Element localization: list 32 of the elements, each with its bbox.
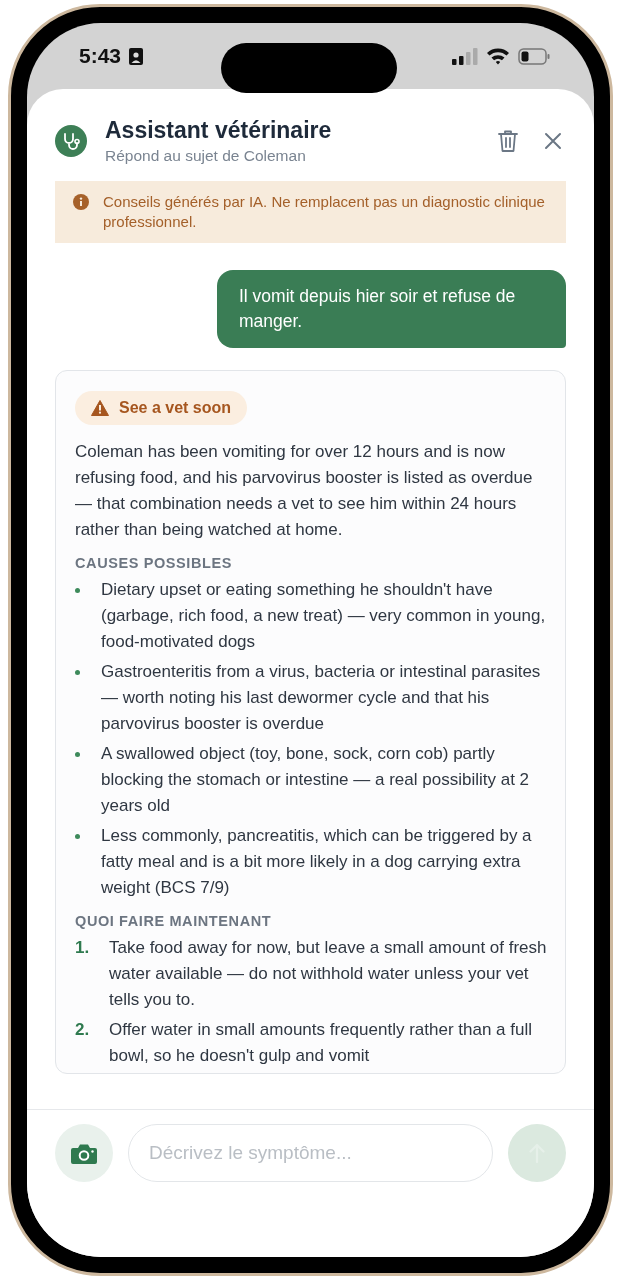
bullet-dot [75, 588, 80, 593]
user-message: Il vomit depuis hier soir et refuse de manger. [217, 270, 566, 348]
list-item-text: A swallowed object (toy, bone, sock, corn cob) partly blocking the stomach or intestine — a real possibility at 2 years old [101, 743, 531, 817]
list-number: 1. [75, 937, 91, 959]
camera-icon [71, 1142, 97, 1164]
list-number: 2. [75, 1019, 91, 1041]
list-item-text: Take food away for now, but leave a small amount of fresh water available — do not withhold water unless your vet tells you to. [109, 937, 547, 1011]
stethoscope-icon [55, 125, 87, 157]
close-icon [544, 132, 562, 150]
info-icon [73, 194, 89, 210]
disclaimer-text: Conseils générés par IA. Ne remplacent pas un diagnostic clinique professionnel. [103, 192, 546, 232]
bullet-dot [75, 670, 80, 675]
bullet-dot [75, 834, 80, 839]
badge-icon [129, 47, 144, 65]
signal-icon [452, 47, 478, 65]
chat-subtitle: Répond au sujet de Coleman [105, 147, 307, 165]
trash-icon [498, 129, 518, 153]
list-item-text: Dietary upset or eating something he shouldn't have (garbage, rich food, a new treat) — very common in young, food-motivated dogs [101, 579, 547, 653]
battery-icon [518, 47, 550, 65]
list-item-text: Gastroenteritis from a virus, bacteria or intestinal parasites — worth noting his last dewormer cycle and that his parvovirus booster is overdue [101, 661, 542, 735]
chat-title: Assistant vétérinaire [105, 117, 333, 144]
status-time: 5:43 [79, 44, 122, 68]
warning-icon [91, 400, 109, 416]
reply-summary: Coleman has been vomiting for over 12 hours and is now refusing food, and his parvovirus booster is listed as overdue — that combination needs a vet to see him within 24 hours rather than being watched at home. [75, 441, 534, 541]
list-item-text: Less commonly, pancreatitis, which can be triggered by a fatty meal and is a bit more likely in a dog carrying extra weight (BCS 7/9) [101, 825, 533, 899]
symptom-input[interactable]: Décrivez le symptôme... [128, 1124, 493, 1182]
wifi-icon [486, 47, 510, 65]
section-heading: QUOI FAIRE MAINTENANT [75, 913, 273, 929]
bullet-dot [75, 752, 80, 757]
section-heading: CAUSES POSSIBLES [75, 555, 234, 571]
list-item-text: Offer water in small amounts frequently rather than a full bowl, so he doesn't gulp and vomit [109, 1019, 533, 1067]
urgency-text: See a vet soon [119, 399, 232, 417]
